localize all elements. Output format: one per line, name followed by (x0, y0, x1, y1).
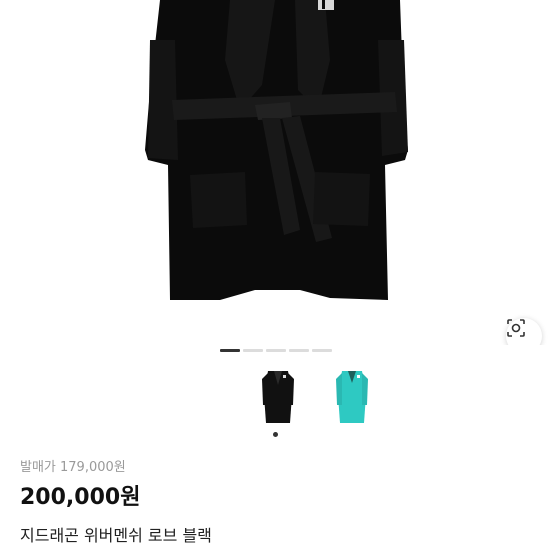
sale-price: 200,000원 (20, 485, 141, 510)
black-robe-icon (262, 371, 294, 423)
gallery-pagination (220, 349, 332, 352)
pagination-dot-active[interactable] (220, 349, 240, 352)
mint-robe-thumbnail[interactable] (326, 365, 378, 427)
original-price: 발매가 179,000원 (20, 460, 126, 475)
black-robe-thumbnail[interactable] (252, 365, 304, 427)
cropped-text-line (20, 548, 300, 555)
pagination-dot[interactable] (266, 349, 286, 352)
product-image[interactable] (0, 0, 555, 345)
selected-thumbnail-indicator (273, 432, 278, 437)
pagination-dot[interactable] (312, 349, 332, 352)
product-title: 지드래곤 위버멘쉬 로브 블랙 (20, 526, 212, 545)
color-thumbnail-list (252, 365, 378, 427)
lens-search-icon (507, 319, 525, 337)
pagination-dot[interactable] (243, 349, 263, 352)
robe-illustration (145, 0, 408, 300)
pagination-dot[interactable] (289, 349, 309, 352)
mint-robe-icon (336, 371, 368, 423)
